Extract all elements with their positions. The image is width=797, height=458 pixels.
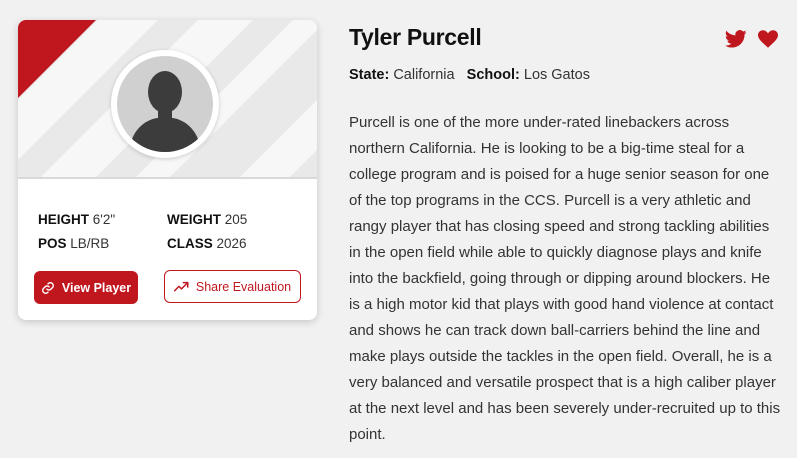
school-value: Los Gatos xyxy=(523,67,590,83)
trending-up-icon xyxy=(173,281,189,291)
state-value: California xyxy=(393,67,455,83)
school-label: School: xyxy=(466,67,520,83)
stat-position: POS LB/RB xyxy=(38,236,109,251)
view-player-label: View Player xyxy=(61,280,132,295)
height-value: 6'2" xyxy=(92,212,116,227)
weight-label: WEIGHT xyxy=(167,212,221,227)
state-label: State: xyxy=(349,67,390,83)
stat-class: CLASS 2026 xyxy=(167,236,247,251)
player-bio: Purcell is one of the more under-rated l… xyxy=(349,114,781,443)
stat-weight: WEIGHT 205 xyxy=(167,212,247,227)
stat-height: HEIGHT 6'2" xyxy=(38,212,115,227)
class-value: 2026 xyxy=(216,236,247,251)
card-banner xyxy=(18,20,317,177)
player-name: Tyler Purcell xyxy=(349,24,482,50)
pos-value: LB/RB xyxy=(70,236,110,251)
heart-icon[interactable] xyxy=(758,30,778,48)
card-divider xyxy=(18,177,317,179)
player-meta: State: California School: Los Gatos xyxy=(349,67,590,83)
twitter-icon[interactable] xyxy=(725,30,747,48)
view-player-button[interactable]: View Player xyxy=(34,271,138,304)
weight-value: 205 xyxy=(224,212,248,227)
avatar xyxy=(111,50,219,158)
player-card: HEIGHT 6'2" WEIGHT 205 POS LB/RB CLASS 2… xyxy=(18,20,317,320)
height-label: HEIGHT xyxy=(38,212,90,227)
pos-label: POS xyxy=(38,236,67,251)
class-label: CLASS xyxy=(167,236,213,251)
link-icon xyxy=(41,281,54,294)
share-evaluation-button[interactable]: Share Evaluation xyxy=(164,270,301,303)
social-actions xyxy=(725,30,778,48)
user-silhouette-icon xyxy=(129,71,201,152)
share-evaluation-label: Share Evaluation xyxy=(195,279,292,294)
